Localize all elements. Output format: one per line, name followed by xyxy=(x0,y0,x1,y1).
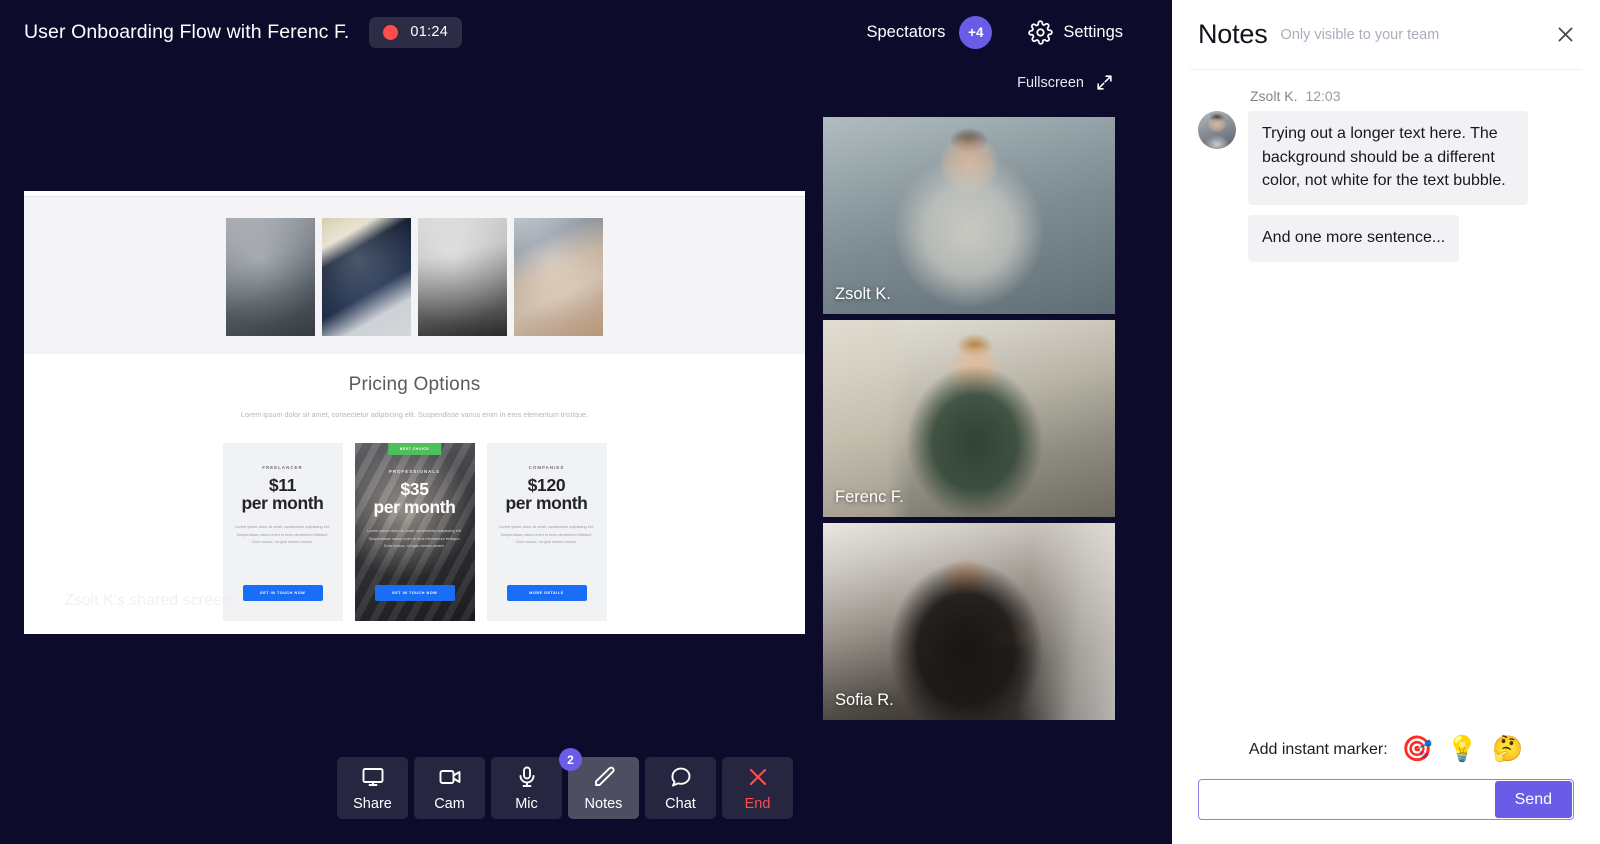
workspace-thumb xyxy=(418,218,507,336)
notes-header: Notes Only visible to your team xyxy=(1172,0,1600,69)
video-call-app: User Onboarding Flow with Ferenc F. 01:2… xyxy=(0,0,1600,844)
gear-icon xyxy=(1028,19,1054,45)
mic-button[interactable]: Mic xyxy=(491,757,562,819)
fullscreen-label: Fullscreen xyxy=(1017,74,1084,91)
shared-screen-viewport[interactable]: Pricing Options Lorem ipsum dolor sit am… xyxy=(24,191,805,634)
note-input-wrapper: Send xyxy=(1198,779,1574,820)
spectators-label[interactable]: Spectators xyxy=(867,23,946,42)
share-button[interactable]: Share xyxy=(337,757,408,819)
pricing-period: per month xyxy=(373,497,456,518)
speech-bubble-icon xyxy=(669,765,693,789)
recording-indicator: 01:24 xyxy=(369,16,463,48)
pricing-description: Lorem ipsum dolor sit amet, consectetur … xyxy=(367,528,462,548)
instant-marker-label: Add instant marker: xyxy=(1248,740,1388,758)
record-dot-icon xyxy=(383,24,399,40)
note-bubbles: Trying out a longer text here. The backg… xyxy=(1248,111,1574,262)
mobile-app-thumb xyxy=(322,218,411,336)
pencil-icon xyxy=(592,765,616,789)
slide-edge xyxy=(24,191,805,197)
pricing-title: Pricing Options xyxy=(348,374,481,395)
spectators-count-badge[interactable]: +4 xyxy=(959,15,993,49)
notes-message-list: Zsolt K. 12:03 Trying out a longer text … xyxy=(1172,70,1600,737)
desk-setup-thumb xyxy=(514,218,603,336)
close-x-icon xyxy=(746,765,770,789)
participant-name: Sofia R. xyxy=(835,691,894,709)
fullscreen-button[interactable]: Fullscreen xyxy=(1017,73,1114,92)
pricing-card-featured: BEST CHOICE PROFESSIONALS $35 per month … xyxy=(354,442,475,621)
pricing-amount: $11 xyxy=(268,474,297,495)
cam-label: Cam xyxy=(434,795,465,812)
participant-name: Zsolt K. xyxy=(835,285,891,303)
notes-title: Notes xyxy=(1198,19,1268,49)
pricing-subtitle: Lorem ipsum dolor sit amet, consectetur … xyxy=(240,410,589,419)
participant-tiles: Zsolt K. Ferenc F. Sofia R. xyxy=(823,117,1115,720)
avatar xyxy=(1198,111,1236,149)
pricing-description: Lorem ipsum dolor sit amet, consectetur … xyxy=(235,524,330,544)
mic-label: Mic xyxy=(515,795,538,812)
recording-timer: 01:24 xyxy=(410,24,449,40)
notes-label: Notes xyxy=(584,795,623,812)
note-input[interactable] xyxy=(1199,780,1495,819)
screen-share-icon xyxy=(361,765,385,789)
meeting-stage: User Onboarding Flow with Ferenc F. 01:2… xyxy=(0,0,1172,844)
participant-tile[interactable]: Zsolt K. xyxy=(823,117,1115,314)
end-call-button[interactable]: End xyxy=(722,757,793,819)
note-bubble: And one more sentence... xyxy=(1248,215,1460,262)
pricing-amount: $35 xyxy=(400,478,429,499)
best-choice-badge: BEST CHOICE xyxy=(387,442,442,456)
pricing-period: per month xyxy=(505,493,588,514)
send-button[interactable]: Send xyxy=(1494,781,1572,818)
pricing-description: Lorem ipsum dolor sit amet, consectetur … xyxy=(499,524,594,544)
notes-count-badge: 2 xyxy=(559,748,582,771)
cam-button[interactable]: Cam xyxy=(414,757,485,819)
notes-button[interactable]: 2 Notes xyxy=(559,748,639,819)
settings-label: Settings xyxy=(1063,22,1123,41)
pricing-period: per month xyxy=(241,493,324,514)
chat-button[interactable]: Chat xyxy=(645,757,716,819)
settings-button[interactable]: Settings xyxy=(1028,19,1123,45)
participant-tile[interactable]: Ferenc F. xyxy=(823,320,1115,517)
shared-screen-gallery-section xyxy=(24,191,805,354)
thinking-face-emoji[interactable]: 🤔 xyxy=(1492,737,1523,762)
participant-tile[interactable]: Sofia R. xyxy=(823,523,1115,720)
note-time: 12:03 xyxy=(1305,88,1341,104)
video-camera-icon xyxy=(438,765,462,789)
end-label: End xyxy=(744,795,771,812)
note-message: Trying out a longer text here. The backg… xyxy=(1198,111,1574,262)
lightbulb-emoji[interactable]: 💡 xyxy=(1447,737,1478,762)
pricing-amount: $120 xyxy=(527,474,566,495)
pricing-tier: PROFESSIONALS xyxy=(388,468,441,474)
header-actions: Spectators +4 Settings xyxy=(867,15,1123,49)
pricing-card: COMPANIES $120 per month Lorem ipsum dol… xyxy=(486,442,607,621)
chat-label: Chat xyxy=(665,795,696,812)
participant-name: Ferenc F. xyxy=(835,488,904,506)
shared-screen-label: Zsolt K's shared screen xyxy=(64,592,231,609)
instant-marker-row: Add instant marker: 🎯 💡 🤔 xyxy=(1198,737,1574,762)
pricing-cta-button[interactable]: GET IN TOUCH NOW xyxy=(374,584,455,601)
note-meta: Zsolt K. 12:03 xyxy=(1250,88,1574,104)
pricing-tier: FREELANCER xyxy=(262,464,303,470)
microphone-icon xyxy=(515,765,539,789)
pricing-tier: COMPANIES xyxy=(528,464,565,470)
page-title: User Onboarding Flow with Ferenc F. xyxy=(24,20,350,43)
thumbnail-row xyxy=(24,218,805,336)
notes-panel: Notes Only visible to your team Zsolt K.… xyxy=(1172,0,1600,844)
pricing-cta-button[interactable]: MORE DETAILS xyxy=(506,584,587,601)
notes-subtitle: Only visible to your team xyxy=(1280,26,1440,43)
notes-composer: Add instant marker: 🎯 💡 🤔 Send xyxy=(1172,737,1600,844)
pricing-cta-button[interactable]: GET IN TOUCH NOW xyxy=(242,584,323,601)
close-icon[interactable] xyxy=(1552,22,1578,48)
note-bubble: Trying out a longer text here. The backg… xyxy=(1248,111,1528,206)
target-emoji[interactable]: 🎯 xyxy=(1402,737,1433,762)
expand-arrows-icon xyxy=(1095,73,1114,92)
share-label: Share xyxy=(353,795,392,812)
call-toolbar: Share Cam Mic 2 Notes Chat End xyxy=(337,748,793,819)
note-author: Zsolt K. xyxy=(1250,88,1298,104)
photo-camera-thumb xyxy=(226,218,315,336)
pricing-card: FREELANCER $11 per month Lorem ipsum dol… xyxy=(222,442,343,621)
meeting-header: User Onboarding Flow with Ferenc F. 01:2… xyxy=(0,0,1172,64)
